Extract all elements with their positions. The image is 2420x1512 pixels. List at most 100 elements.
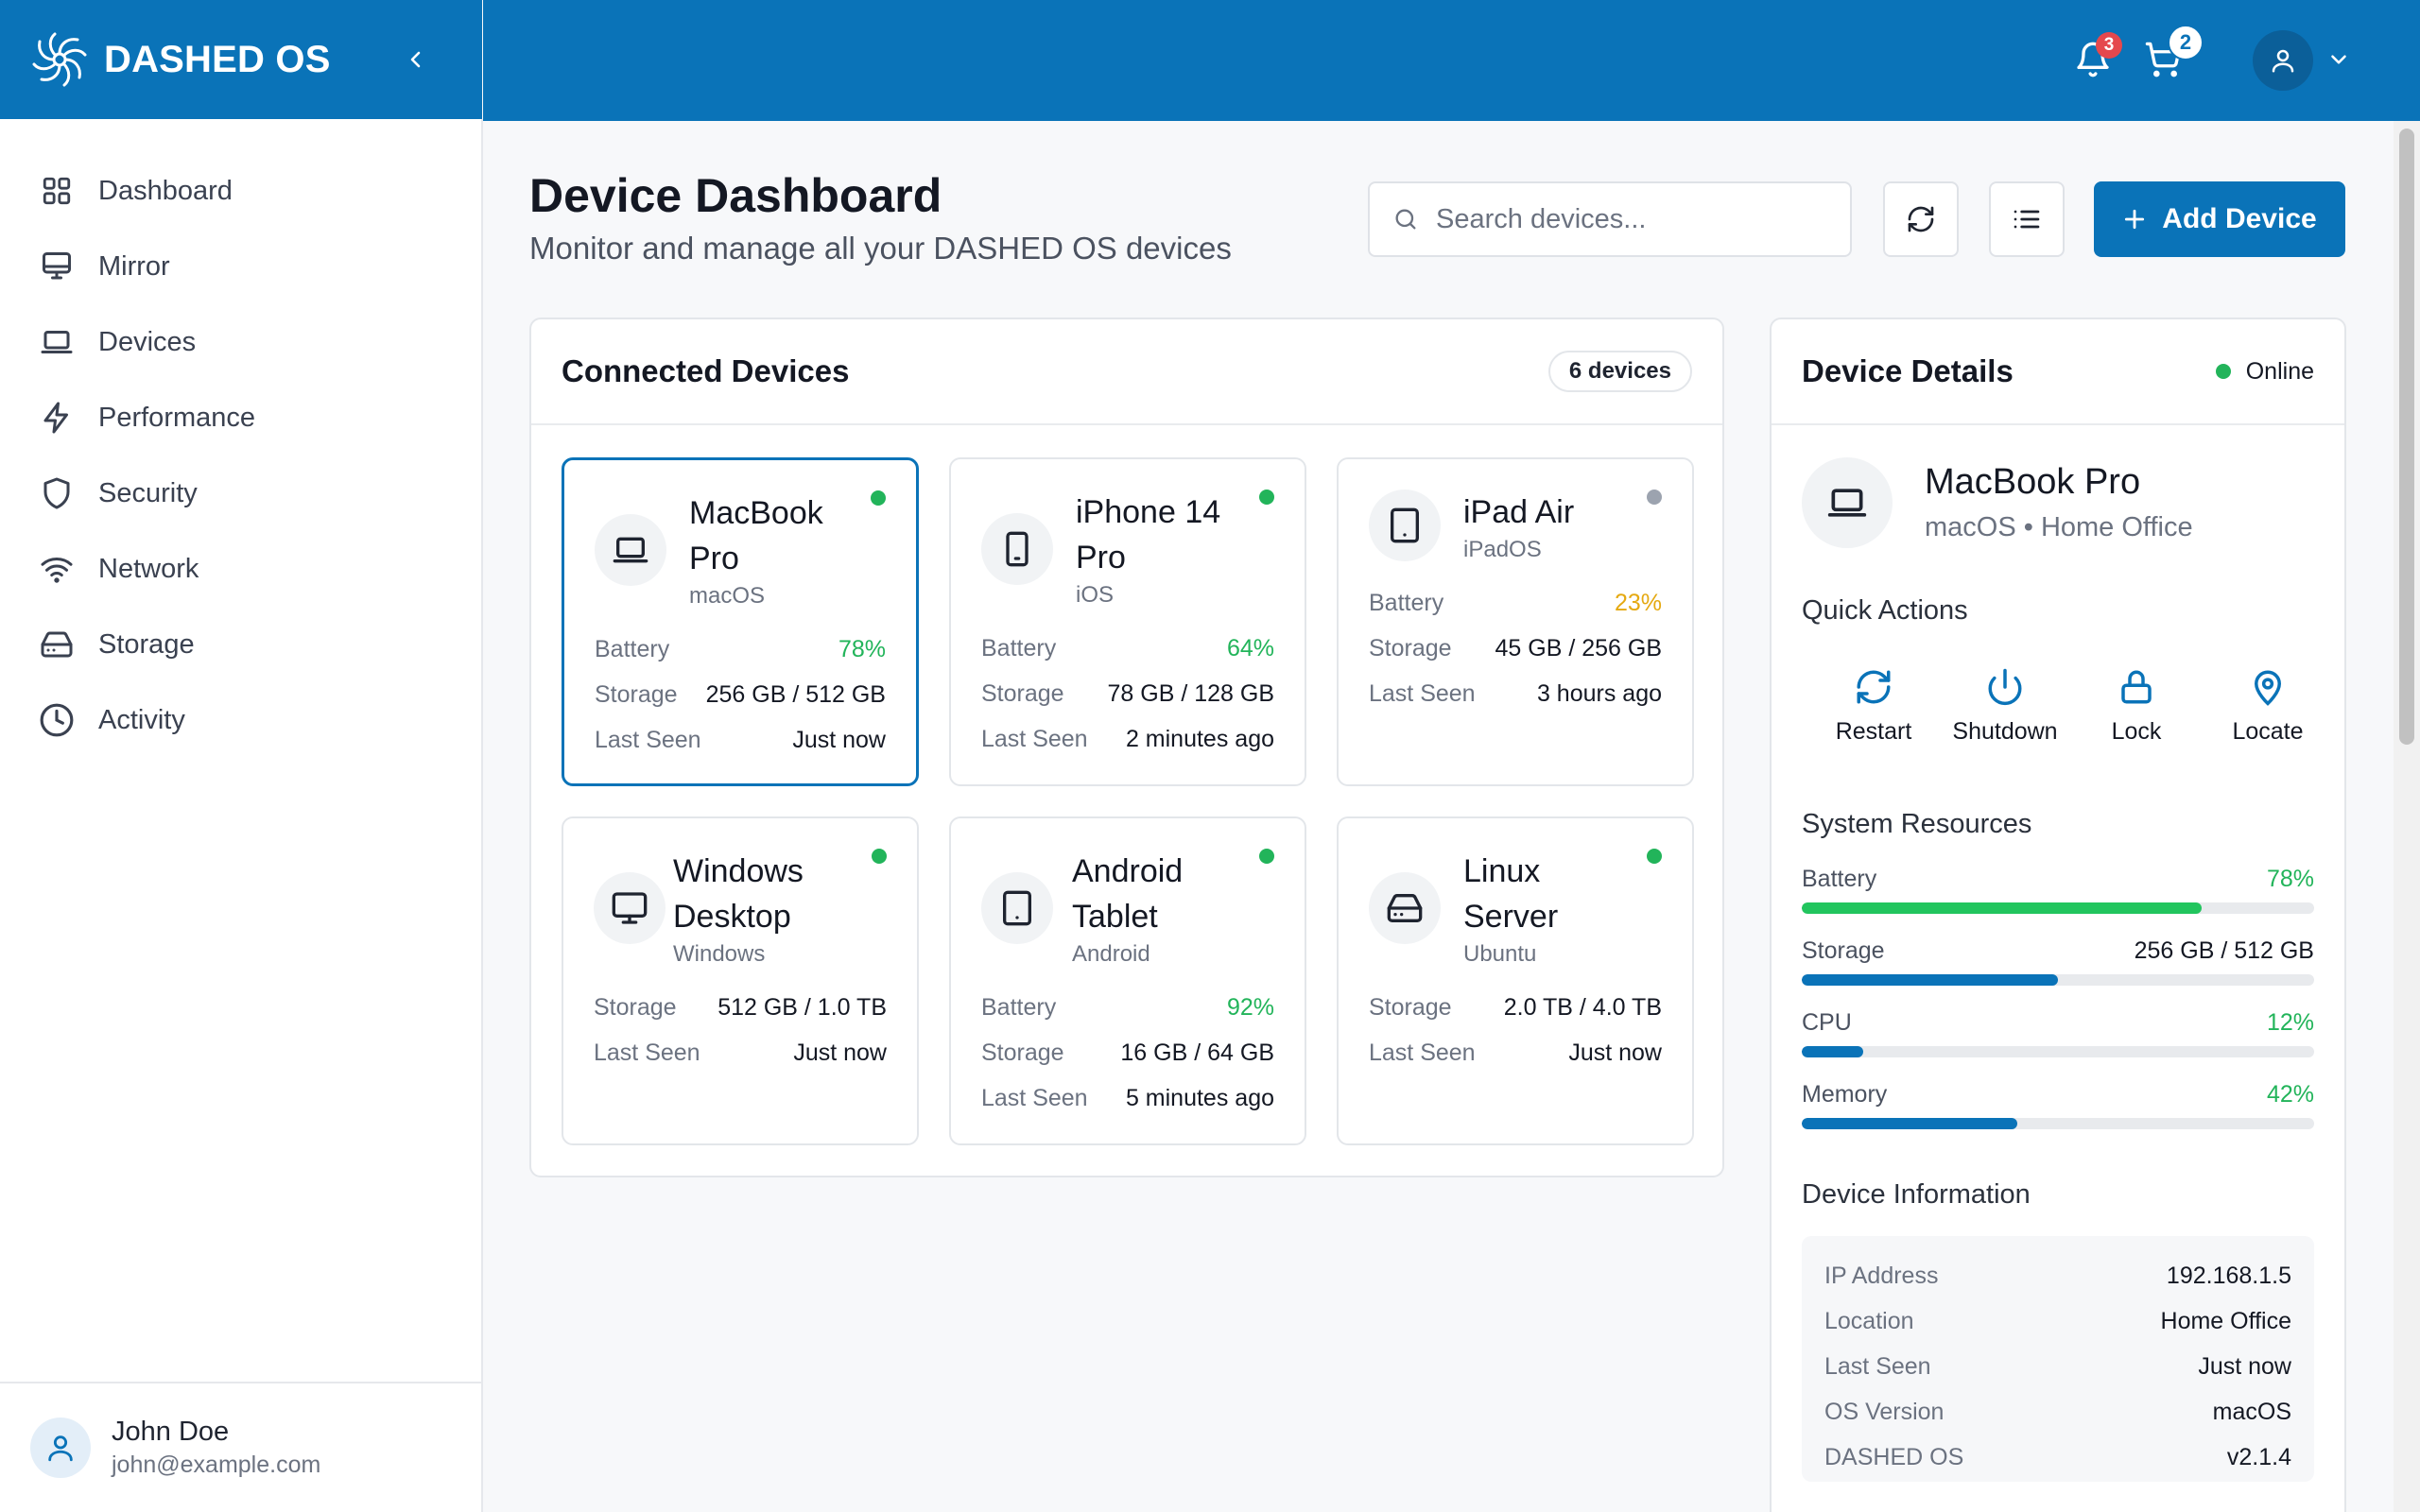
connected-devices-panel: Connected Devices 6 devices MacBook Pro m… bbox=[529, 318, 1724, 1177]
user-icon bbox=[2272, 49, 2294, 73]
page-scrollbar[interactable] bbox=[2394, 121, 2420, 1512]
brand-name: DASHED OS bbox=[104, 38, 331, 80]
panel-title: Device Details bbox=[1802, 353, 2014, 388]
device-information-label: Device Information bbox=[1802, 1179, 2031, 1210]
sidebar-item-security[interactable]: Security bbox=[0, 455, 482, 531]
device-row: Storage 45 GB / 256 GB bbox=[1369, 635, 1662, 662]
sidebar-item-performance[interactable]: Performance bbox=[0, 380, 482, 455]
device-row: Last Seen Just now bbox=[1369, 1040, 1662, 1066]
search-icon bbox=[1395, 209, 1416, 230]
grid-icon bbox=[38, 172, 76, 210]
sidebar-item-label: Storage bbox=[98, 628, 195, 660]
sidebar-item-activity[interactable]: Activity bbox=[0, 682, 482, 758]
shield-icon bbox=[38, 474, 76, 512]
status-dot bbox=[2215, 364, 2231, 379]
clock-icon bbox=[38, 701, 76, 739]
device-row: Last Seen Just now bbox=[595, 727, 886, 753]
lock-icon bbox=[2121, 670, 2152, 704]
user-icon bbox=[48, 1435, 73, 1462]
device-row: Last Seen 5 minutes ago bbox=[981, 1085, 1274, 1111]
sidebar-item-network[interactable]: Network bbox=[0, 531, 482, 607]
device-os: iOS bbox=[1076, 582, 1115, 608]
sidebar: Dashboard Mirror Devices Performance Sec… bbox=[0, 119, 483, 1512]
device-information-box: IP Address 192.168.1.5 Location Home Offic… bbox=[1802, 1236, 2314, 1482]
device-count-badge: 6 devices bbox=[1547, 351, 1692, 392]
device-card-iphone-14-pro[interactable]: iPhone 14 Pro iOS Battery 64% Storage 78 GB… bbox=[949, 457, 1306, 786]
wifi-icon bbox=[38, 550, 76, 588]
chevron-down-icon[interactable] bbox=[2326, 47, 2351, 72]
user-email: john@example.com bbox=[112, 1452, 321, 1478]
sidebar-item-storage[interactable]: Storage bbox=[0, 607, 482, 682]
search-input[interactable] bbox=[1436, 203, 1814, 235]
brand-bar: DASHED OS bbox=[0, 0, 482, 119]
device-row: Battery 23% bbox=[1369, 590, 1662, 616]
laptop-icon bbox=[38, 323, 76, 361]
cart-badge: 2 bbox=[2168, 25, 2204, 60]
avatar bbox=[30, 1418, 91, 1478]
progress-fill bbox=[1802, 902, 2202, 914]
cart-button[interactable]: 2 bbox=[2137, 25, 2204, 85]
system-resources-label: System Resources bbox=[1802, 809, 2032, 839]
status-dot bbox=[1647, 490, 1662, 505]
sidebar-item-label: Network bbox=[98, 553, 199, 584]
resource-battery: Battery 78% bbox=[1802, 866, 2314, 914]
device-name: iPad Air bbox=[1463, 494, 1575, 530]
spiral-logo-icon bbox=[30, 30, 89, 89]
smartphone-icon bbox=[981, 513, 1053, 585]
collapse-sidebar-button[interactable] bbox=[397, 41, 435, 78]
plus-icon bbox=[2125, 209, 2145, 230]
sidebar-item-label: Devices bbox=[98, 326, 197, 357]
page-title: Device Dashboard bbox=[529, 169, 942, 222]
progress-fill bbox=[1802, 1118, 2017, 1129]
chevron-left-icon bbox=[410, 51, 421, 68]
sidebar-item-mirror[interactable]: Mirror bbox=[0, 229, 482, 304]
device-card-macbook-pro[interactable]: MacBook Pro macOS Battery 78% Storage 256 G… bbox=[562, 457, 919, 786]
device-row: Battery 92% bbox=[981, 994, 1274, 1021]
device-card-linux-server[interactable]: Linux Server Ubuntu Storage 2.0 TB / 4.0 T… bbox=[1337, 816, 1694, 1145]
scrollbar-thumb[interactable] bbox=[2399, 129, 2414, 745]
bolt-icon bbox=[38, 399, 76, 437]
laptop-icon bbox=[595, 514, 666, 586]
shutdown-button[interactable]: Shutdown bbox=[1939, 667, 2071, 746]
status-dot bbox=[871, 490, 886, 506]
user-menu-avatar[interactable] bbox=[2253, 30, 2313, 91]
monitor-icon bbox=[38, 248, 76, 285]
resource-storage: Storage 256 GB / 512 GB bbox=[1802, 937, 2314, 986]
device-row: Storage 78 GB / 128 GB bbox=[981, 680, 1274, 707]
status-dot bbox=[1259, 849, 1274, 864]
locate-button[interactable]: Locate bbox=[2202, 667, 2334, 746]
panel-title: Connected Devices bbox=[562, 353, 850, 388]
sidebar-item-label: Security bbox=[98, 477, 198, 508]
device-row: Storage 256 GB / 512 GB bbox=[595, 681, 886, 708]
restart-button[interactable]: Restart bbox=[1807, 667, 1940, 746]
monitor-icon bbox=[594, 872, 666, 944]
list-view-button[interactable] bbox=[1989, 181, 2065, 257]
power-icon bbox=[1988, 668, 2022, 706]
sidebar-item-devices[interactable]: Devices bbox=[0, 304, 482, 380]
device-os: Windows bbox=[673, 941, 766, 967]
add-device-button[interactable]: Add Device bbox=[2094, 181, 2345, 257]
refresh-icon bbox=[1908, 206, 1934, 232]
device-card-windows-desktop[interactable]: Windows Desktop Windows Storage 512 GB / 1… bbox=[562, 816, 919, 1145]
sidebar-user[interactable]: John Doe john@example.com bbox=[0, 1382, 482, 1512]
device-row: Last Seen 3 hours ago bbox=[1369, 680, 1662, 707]
device-os: Android bbox=[1072, 941, 1150, 967]
lock-button[interactable]: Lock bbox=[2070, 667, 2203, 746]
notifications-button[interactable]: 3 bbox=[2067, 32, 2122, 85]
status-badge: Online bbox=[2215, 358, 2314, 386]
progress-bar bbox=[1802, 974, 2314, 986]
refresh-button[interactable] bbox=[1883, 181, 1959, 257]
page-subtitle: Monitor and manage all your DASHED OS de… bbox=[529, 231, 1232, 266]
status-dot bbox=[1647, 849, 1662, 864]
device-card-android-tablet[interactable]: Android Tablet Android Battery 92% Storage… bbox=[949, 816, 1306, 1145]
device-row: Last Seen Just now bbox=[594, 1040, 887, 1066]
search-box[interactable] bbox=[1368, 181, 1852, 257]
device-row: Last Seen 2 minutes ago bbox=[981, 726, 1274, 752]
sidebar-item-dashboard[interactable]: Dashboard bbox=[0, 153, 482, 229]
progress-fill bbox=[1802, 974, 2058, 986]
device-os: iPadOS bbox=[1463, 537, 1542, 562]
device-card-ipad-air[interactable]: iPad Air iPadOS Battery 23% Storage 45 GB … bbox=[1337, 457, 1694, 786]
status-dot bbox=[1259, 490, 1274, 505]
progress-bar bbox=[1802, 1046, 2314, 1057]
notifications-badge: 3 bbox=[2096, 32, 2122, 59]
